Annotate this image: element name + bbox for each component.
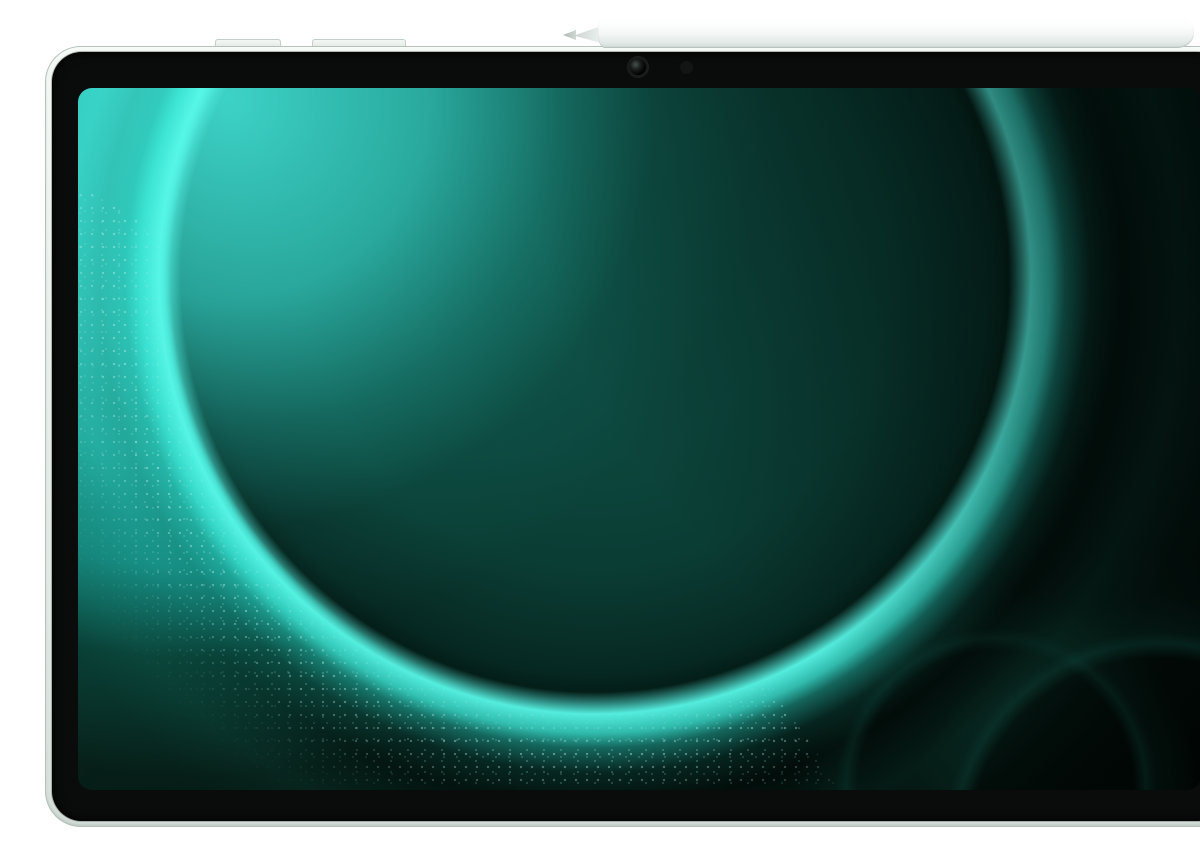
wallpaper-display <box>78 88 1200 790</box>
product-photo: Product photo of a mint-green tablet wit… <box>40 16 1200 828</box>
stylus-tip <box>563 30 576 40</box>
front-camera <box>630 59 646 75</box>
stylus <box>598 17 1194 48</box>
ambient-light-sensor <box>681 62 692 73</box>
glow-speckle-texture <box>78 88 1200 790</box>
tablet-frame <box>45 46 1200 827</box>
